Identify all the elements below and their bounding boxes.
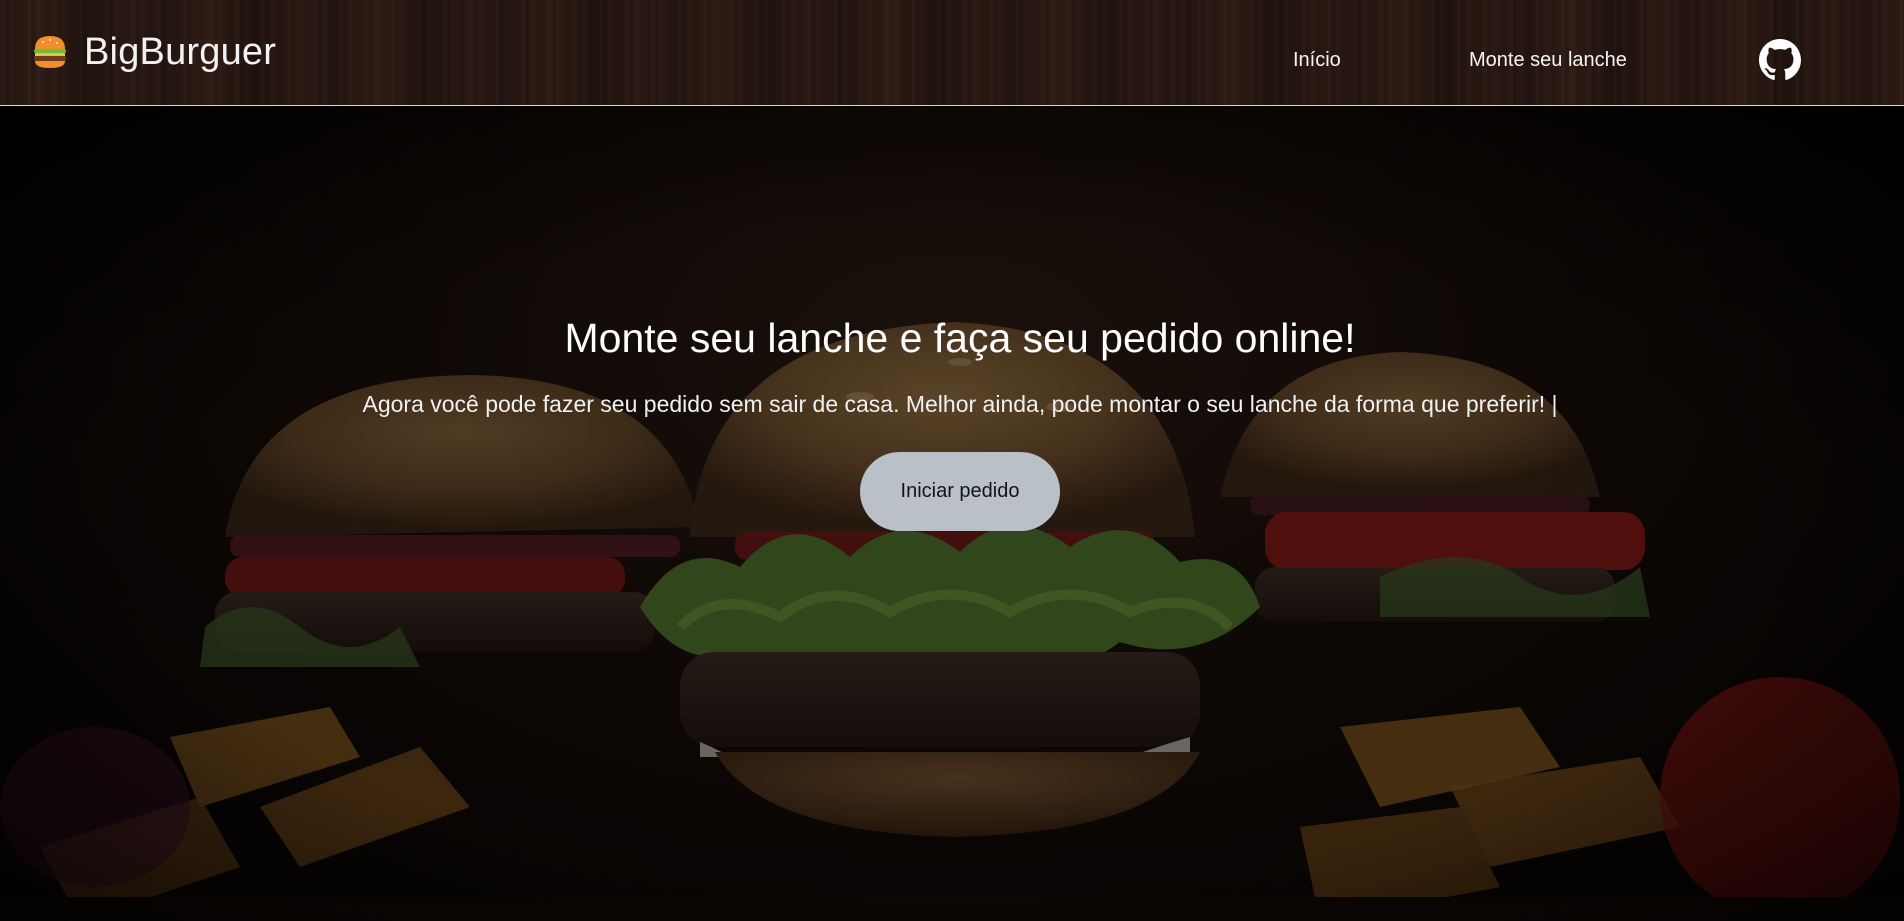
- burger-icon: [34, 36, 66, 68]
- github-link[interactable]: [1759, 39, 1801, 81]
- page: BigBurguer Início Monte seu lanche Monte…: [0, 0, 1904, 921]
- start-order-button[interactable]: Iniciar pedido: [860, 452, 1060, 531]
- brand-name: BigBurguer: [84, 31, 277, 73]
- top-navbar: BigBurguer Início Monte seu lanche: [0, 0, 1904, 106]
- hero-subtitle: Agora você pode fazer seu pedido sem sai…: [362, 391, 1558, 417]
- nav-link-monte-seu-lanche[interactable]: Monte seu lanche: [1469, 48, 1627, 72]
- github-icon: [1759, 39, 1801, 80]
- nav-link-inicio[interactable]: Início: [1293, 48, 1341, 72]
- brand-link[interactable]: BigBurguer: [32, 30, 276, 74]
- hero-title: Monte seu lanche e faça seu pedido onlin…: [564, 315, 1356, 361]
- hero-section: Monte seu lanche e faça seu pedido onlin…: [0, 107, 1904, 921]
